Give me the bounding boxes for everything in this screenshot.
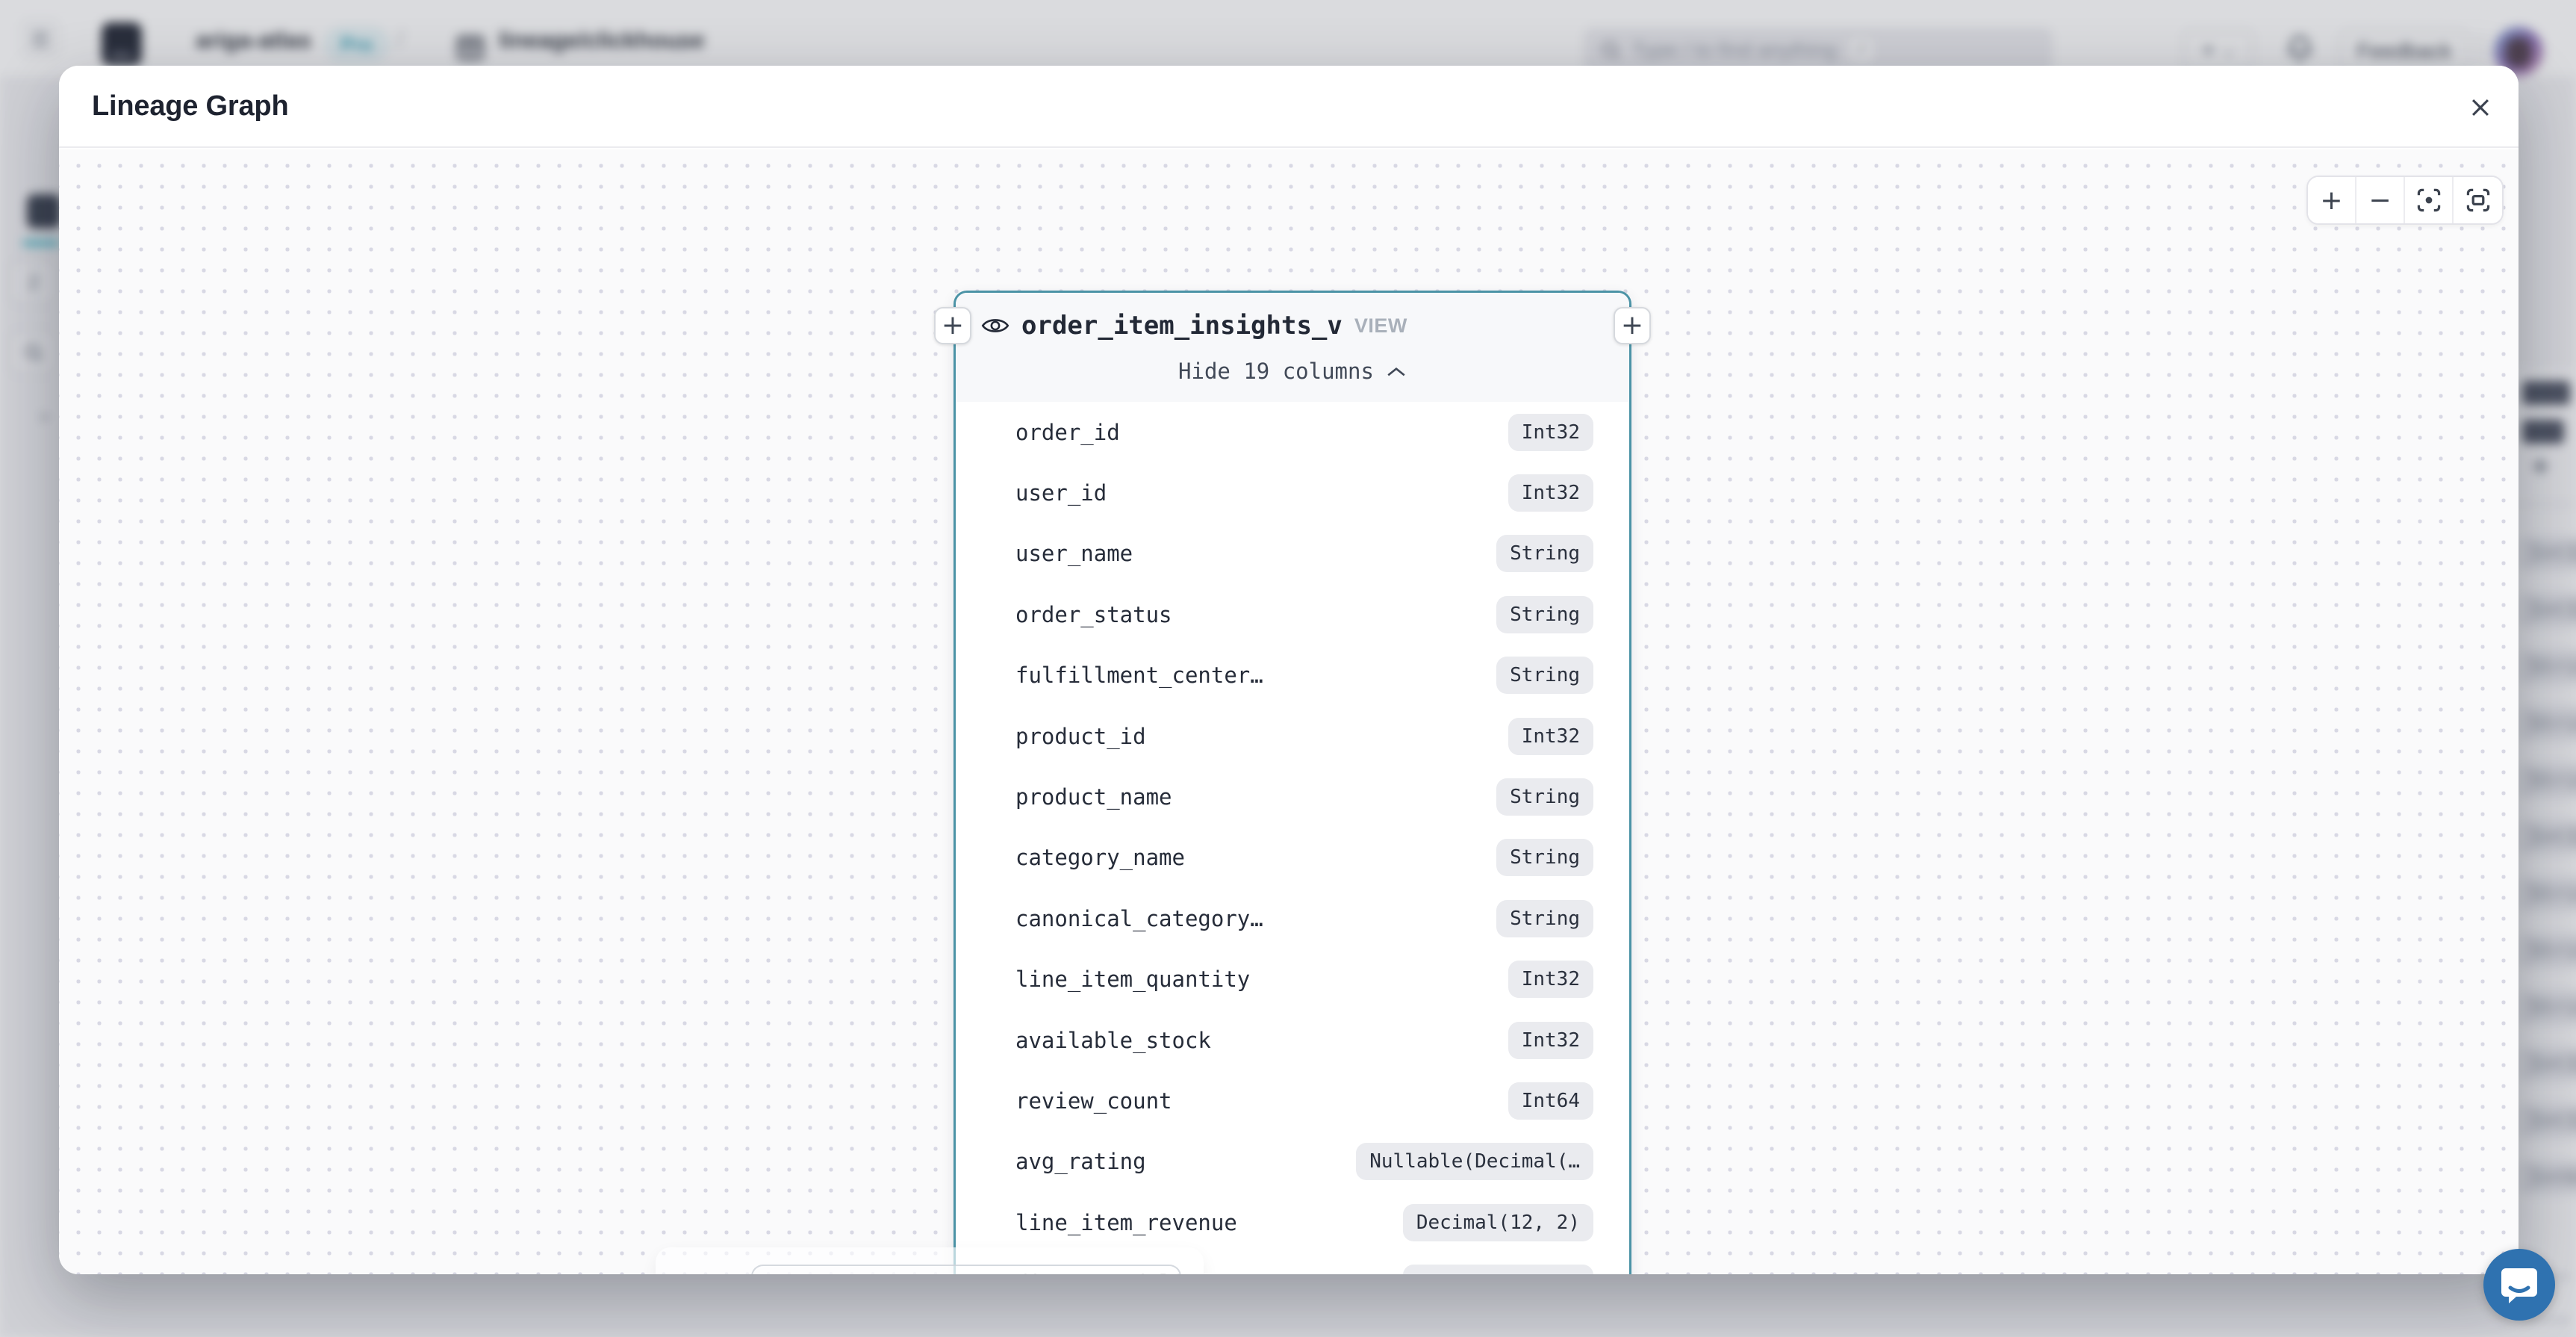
- eye-icon: [981, 315, 1009, 336]
- column-name: canonical_category…: [1015, 906, 1263, 931]
- base-panel: Base: dev.order_item_insights_v: [656, 1247, 1204, 1274]
- fit-view-button[interactable]: [2454, 177, 2502, 223]
- column-type-badge: String: [1496, 596, 1593, 633]
- modal-title: Lineage Graph: [92, 90, 288, 122]
- chat-bubble-icon: [2500, 1264, 2539, 1306]
- column-name: order_status: [1015, 602, 1172, 627]
- screen: atlas ariga-atlas Pro / lineage/clickhou…: [0, 0, 2576, 1337]
- expand-downstream-button[interactable]: +: [1614, 307, 1651, 344]
- column-name: avg_rating: [1015, 1149, 1146, 1174]
- lineage-graph-modal: Lineage Graph + −: [59, 66, 2519, 1274]
- close-button[interactable]: [2463, 90, 2498, 125]
- column-name: available_stock: [1015, 1028, 1211, 1053]
- node-name: order_item_insights_v: [1021, 311, 1343, 341]
- focus-icon: [2415, 186, 2443, 214]
- column-list: order_id Int32 user_id Int32 user_name: [956, 402, 1629, 1274]
- column-type-badge: String: [1496, 657, 1593, 694]
- fit-view-icon: [2464, 186, 2492, 214]
- column-name: fulfillment_center…: [1015, 663, 1263, 688]
- column-name: product_id: [1015, 724, 1146, 749]
- column-name: review_count: [1015, 1088, 1172, 1114]
- columns-toggle-label: Hide 19 columns: [1178, 359, 1374, 384]
- column-type-badge: Int32: [1508, 414, 1593, 451]
- column-row[interactable]: product_name String: [956, 766, 1629, 827]
- column-row[interactable]: review_count Int64: [956, 1070, 1629, 1131]
- canvas-zoom-controls: + −: [2306, 176, 2504, 225]
- column-type-badge: Decimal(12, 2): [1403, 1265, 1593, 1274]
- column-row[interactable]: line_item_revenue Decimal(12, 2): [956, 1192, 1629, 1253]
- column-name: category_name: [1015, 845, 1185, 870]
- column-row[interactable]: order_id Int32: [956, 402, 1629, 462]
- zoom-in-button[interactable]: +: [2308, 177, 2356, 223]
- expand-upstream-button[interactable]: +: [934, 307, 971, 344]
- column-row[interactable]: available_stock Int32: [956, 1010, 1629, 1070]
- column-type-badge: String: [1496, 778, 1593, 816]
- base-chip[interactable]: dev.order_item_insights_v: [751, 1265, 1181, 1274]
- zoom-out-button[interactable]: −: [2356, 177, 2405, 223]
- column-type-badge: Decimal(12, 2): [1403, 1204, 1593, 1241]
- column-row[interactable]: avg_rating Nullable(Decimal(…: [956, 1132, 1629, 1192]
- column-type-badge: Int32: [1508, 718, 1593, 755]
- column-name: user_id: [1015, 480, 1107, 506]
- column-type-badge: Int32: [1508, 474, 1593, 512]
- lineage-canvas[interactable]: + −: [59, 149, 2519, 1274]
- node-order-item-insights-v[interactable]: order_item_insights_v VIEW Hide 19 colum…: [953, 291, 1631, 1274]
- column-type-badge: Nullable(Decimal(…: [1356, 1143, 1593, 1180]
- chat-launcher-button[interactable]: [2483, 1249, 2555, 1321]
- chevron-up-icon: [1386, 365, 1407, 379]
- modal-header: Lineage Graph: [59, 66, 2519, 148]
- column-type-badge: String: [1496, 900, 1593, 937]
- column-type-badge: String: [1496, 839, 1593, 876]
- node-card-wrap: order_item_insights_v VIEW Hide 19 colum…: [953, 291, 1631, 1274]
- column-row[interactable]: canonical_category… String: [956, 888, 1629, 949]
- column-name: product_name: [1015, 784, 1172, 810]
- column-name: user_name: [1015, 541, 1133, 566]
- columns-toggle[interactable]: Hide 19 columns: [956, 359, 1629, 402]
- column-row[interactable]: user_id Int32: [956, 462, 1629, 523]
- column-row[interactable]: user_name String: [956, 524, 1629, 584]
- column-row[interactable]: line_item_quantity Int32: [956, 949, 1629, 1010]
- column-type-badge: Int32: [1508, 961, 1593, 998]
- column-row[interactable]: product_id Int32: [956, 706, 1629, 766]
- close-icon: [2468, 95, 2493, 120]
- column-name: line_item_quantity: [1015, 967, 1250, 992]
- column-type-badge: Int64: [1508, 1082, 1593, 1120]
- focus-node-button[interactable]: [2405, 177, 2454, 223]
- column-row[interactable]: category_name String: [956, 828, 1629, 888]
- column-row[interactable]: fulfillment_center… String: [956, 645, 1629, 706]
- column-type-badge: String: [1496, 535, 1593, 572]
- node-kind-badge: VIEW: [1354, 314, 1407, 338]
- node-header: order_item_insights_v VIEW Hide 19 colum…: [956, 293, 1629, 402]
- column-type-badge: Int32: [1508, 1022, 1593, 1059]
- column-row[interactable]: order_status String: [956, 584, 1629, 645]
- column-name: order_id: [1015, 420, 1120, 445]
- column-name: line_item_revenue: [1015, 1210, 1237, 1235]
